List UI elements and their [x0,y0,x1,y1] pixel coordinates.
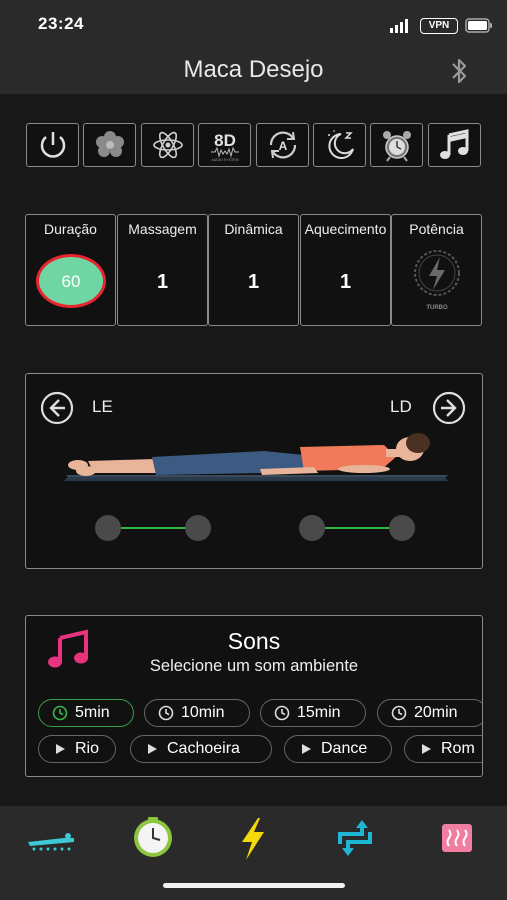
heating-label: Aquecimento [304,221,387,237]
right-zone-slider[interactable] [298,514,418,542]
clock-icon [52,705,68,721]
duration-chip-label: 10min [181,704,225,721]
turbo-icon: TURBO [414,250,460,311]
nav-bar: Maca Desejo [0,44,507,94]
track-chip-rom[interactable]: Rom [404,735,482,763]
duration-chip-label: 20min [414,704,458,721]
duration-chip-label: 5min [75,704,110,721]
svg-text:AUDIO SYSTEM: AUDIO SYSTEM [211,158,238,162]
track-chip-rio[interactable]: Rio [38,735,116,763]
vpn-badge: VPN [420,18,458,34]
status-bar: 23:24 VPN [0,0,507,44]
music-note-icon [440,129,469,159]
parameters-row: Duração 60 Massagem 1 Dinâmica 1 Aquecim… [25,214,483,326]
music-button[interactable] [428,123,481,167]
relax-mode-button[interactable] [83,123,136,167]
left-side-label: LE [92,397,113,416]
flower-icon [96,131,124,157]
arrow-right-icon[interactable] [432,391,466,425]
track-chip-label: Rio [75,740,100,757]
play-icon [302,744,311,754]
body-zone-panel: LE LD [25,373,483,569]
dynamic-card[interactable]: Dinâmica 1 [208,214,299,326]
right-side-label: LD [390,397,412,416]
sleep-mode-button[interactable] [313,123,366,167]
lightning-icon[interactable] [226,816,280,860]
mode-buttons-row: 8D AUDIO SYSTEM A [26,123,482,167]
body-illustration [64,433,448,481]
track-chip-label: Dance [321,740,368,757]
left-slider-track [95,515,211,541]
power-icon [40,132,66,158]
play-icon [56,744,65,754]
page-title: Maca Desejo [183,56,324,83]
duration-card[interactable]: Duração 60 [25,214,116,326]
heating-card[interactable]: Aquecimento 1 [300,214,391,326]
track-chip-dance[interactable]: Dance [284,735,392,763]
duration-dial[interactable]: 60 [36,254,106,308]
duration-chip-5min[interactable]: 5min [38,699,134,727]
alarm-button[interactable] [370,123,423,167]
massage-table-icon[interactable] [24,816,78,860]
auto-mode-button[interactable]: A [256,123,309,167]
play-icon [148,744,157,754]
status-time: 23:24 [38,14,84,33]
play-icon [422,744,431,754]
atom-icon [153,131,183,159]
power-label: Potência [409,221,464,237]
clock-icon [158,705,174,721]
home-indicator[interactable] [163,883,345,888]
energy-mode-button[interactable] [141,123,194,167]
duration-chip-label: 15min [297,704,341,721]
duration-chip-20min[interactable]: 20min [377,699,482,727]
duration-label: Duração [44,221,97,237]
svg-text:A: A [279,139,288,153]
massage-label: Massagem [128,221,197,237]
massage-card[interactable]: Massagem 1 [117,214,208,326]
track-chip-cachoeira[interactable]: Cachoeira [130,735,272,763]
sounds-title: Sons [227,628,281,654]
8d-audio-button[interactable]: 8D AUDIO SYSTEM [198,123,251,167]
clock-icon[interactable] [126,816,180,860]
alarm-clock-icon [383,131,411,162]
clock-icon [274,705,290,721]
power-button[interactable] [26,123,79,167]
sounds-panel: Sons Selecione um som ambiente 5min 10mi… [25,615,483,777]
battery-icon [465,18,492,33]
arrow-left-icon[interactable] [40,391,74,425]
8d-audio-icon: 8D AUDIO SYSTEM [211,131,239,162]
track-chip-label: Rom [441,740,475,757]
swap-arrows-icon[interactable] [328,816,382,860]
heating-value: 1 [339,271,352,293]
track-chips: Rio Cachoeira Dance Rom [38,735,482,763]
duration-chips: 5min 10min 15min 20min [38,699,482,727]
track-chip-label: Cachoeira [167,740,240,757]
clock-icon [391,705,407,721]
bluetooth-icon[interactable] [448,56,470,86]
duration-value: 60 [61,272,81,291]
duration-chip-15min[interactable]: 15min [260,699,366,727]
svg-text:TURBO: TURBO [426,305,448,311]
left-zone-slider[interactable] [94,514,214,542]
signal-icon [390,19,408,33]
right-slider-track [299,515,415,541]
massage-value: 1 [156,271,169,293]
sleep-moon-icon [328,130,354,159]
dynamic-value: 1 [247,271,260,293]
power-card[interactable]: Potência TURBO [391,214,482,326]
duration-chip-10min[interactable]: 10min [144,699,250,727]
heat-icon[interactable] [430,816,484,860]
sounds-subtitle: Selecione um som ambiente [149,657,359,675]
dynamic-label: Dinâmica [224,221,283,237]
auto-rotate-icon: A [269,131,297,159]
svg-text:8D: 8D [214,131,236,150]
